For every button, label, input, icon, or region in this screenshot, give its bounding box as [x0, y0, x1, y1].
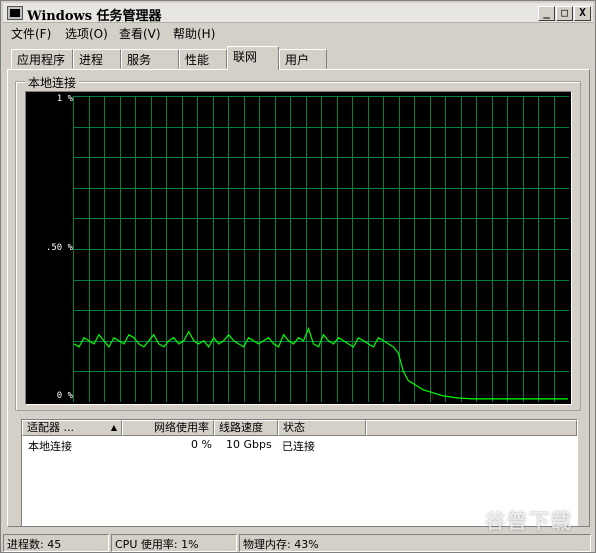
tab-performance[interactable]: 性能: [179, 49, 227, 69]
menu-view[interactable]: 查看(V): [119, 25, 161, 42]
status-bar: 进程数: 45 CPU 使用率: 1% 物理内存: 43%: [3, 532, 593, 552]
task-manager-window: Windows 任务管理器 _ □ X 文件(F) 选项(O) 查看(V) 帮助…: [0, 0, 596, 553]
app-icon: [7, 6, 23, 20]
maximize-button[interactable]: □: [556, 6, 573, 21]
menu-file[interactable]: 文件(F): [11, 25, 51, 42]
status-cpu: CPU 使用率: 1%: [111, 534, 237, 552]
menu-bar: 文件(F) 选项(O) 查看(V) 帮助(H): [3, 23, 593, 43]
networking-panel: [7, 69, 590, 527]
close-button[interactable]: X: [574, 6, 591, 21]
status-processes: 进程数: 45: [3, 534, 109, 552]
menu-options[interactable]: 选项(O): [65, 25, 108, 42]
minimize-button[interactable]: _: [538, 6, 555, 21]
tab-processes[interactable]: 进程: [73, 49, 121, 69]
status-memory: 物理内存: 43%: [239, 534, 591, 552]
tab-users[interactable]: 用户: [279, 49, 327, 69]
tab-networking[interactable]: 联网: [227, 46, 279, 70]
watermark-logo: 谷普下载: [485, 509, 573, 533]
graph-title: 本地连接: [25, 74, 80, 91]
menu-help[interactable]: 帮助(H): [173, 25, 215, 42]
tab-services[interactable]: 服务: [121, 49, 179, 69]
window-title: Windows 任务管理器: [27, 9, 162, 24]
tab-applications[interactable]: 应用程序: [11, 49, 73, 69]
title-bar[interactable]: Windows 任务管理器 _ □ X: [3, 3, 593, 24]
